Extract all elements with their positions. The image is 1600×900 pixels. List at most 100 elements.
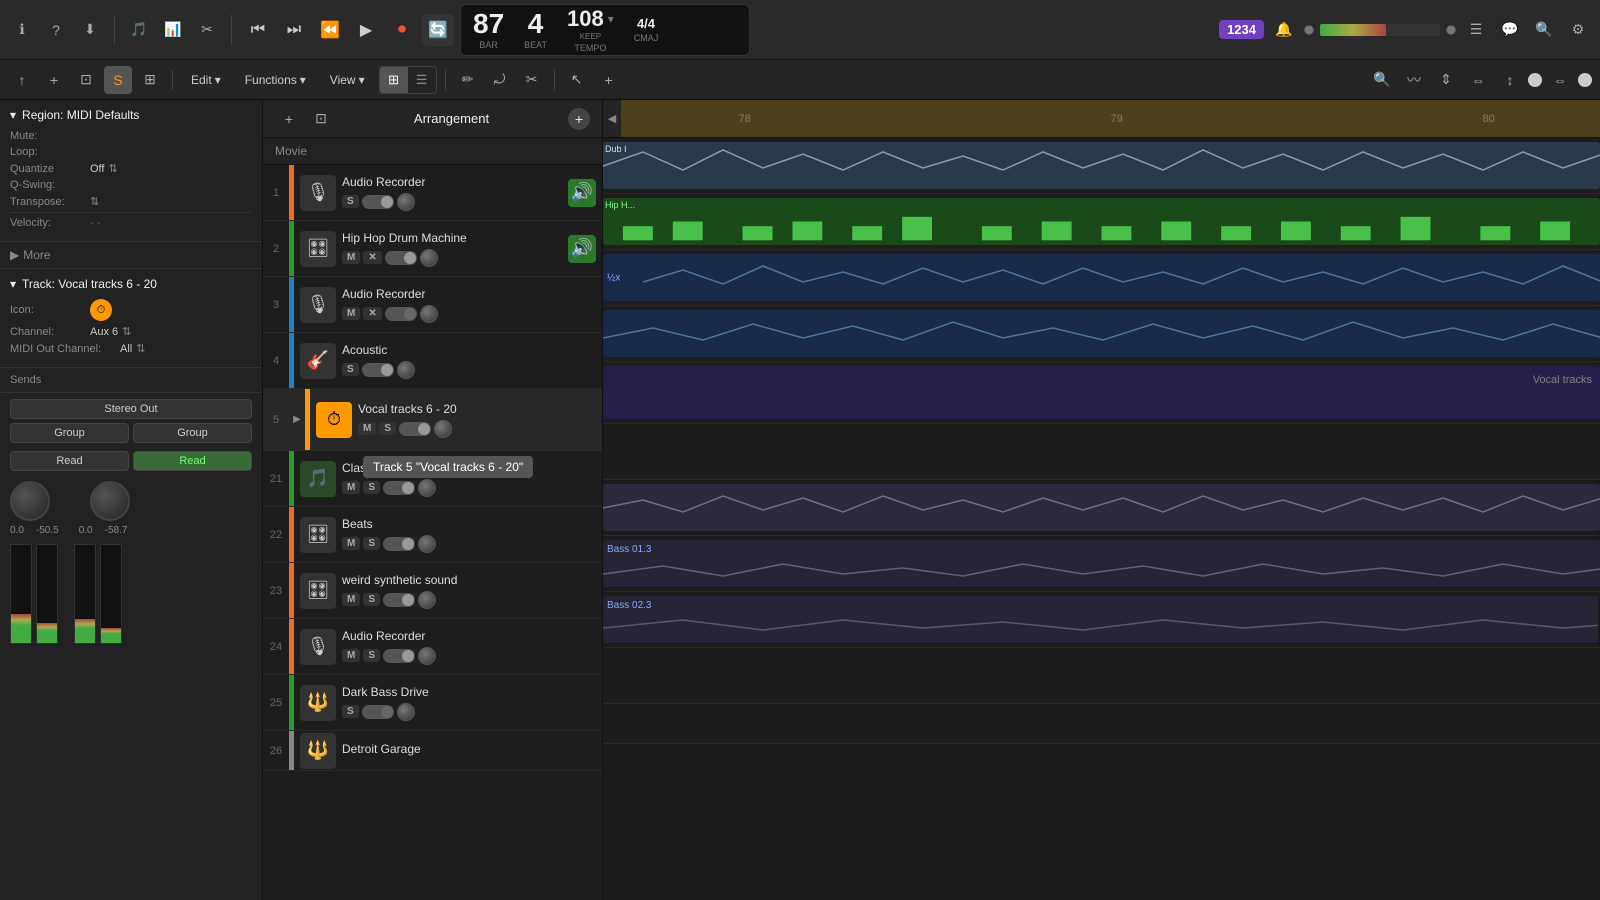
tuner-icon[interactable]: 🔔 <box>1270 16 1298 44</box>
solo-btn-4[interactable]: S <box>342 363 359 376</box>
knob-3[interactable] <box>420 305 438 323</box>
knob-left[interactable] <box>10 481 50 521</box>
toggle-21[interactable] <box>383 481 415 495</box>
toggle-2[interactable] <box>385 251 417 265</box>
track-row[interactable]: 22 🎛 Beats M S <box>263 507 602 563</box>
add-track-btn[interactable]: + <box>275 105 303 133</box>
grid-view-btn[interactable]: ⊞ <box>380 67 408 93</box>
record-mode-btn[interactable]: S <box>104 66 132 94</box>
rewind-btn[interactable]: ⏮ <box>242 14 274 46</box>
metronome-icon[interactable]: 🎵 <box>125 16 153 44</box>
pointer-tool[interactable]: ↖ <box>563 66 591 94</box>
toggle-1[interactable] <box>362 195 394 209</box>
knob-2[interactable] <box>420 249 438 267</box>
mute-btn-24[interactable]: M <box>342 649 360 662</box>
stereo-out-btn[interactable]: Stereo Out <box>10 399 252 419</box>
track-row-group[interactable]: 5 ▶ ⏱ Vocal tracks 6 - 20 M S Track 5 "V… <box>263 389 602 451</box>
toggle-22[interactable] <box>383 537 415 551</box>
toggle-4[interactable] <box>362 363 394 377</box>
solo-btn-5[interactable]: S <box>379 422 396 435</box>
tl-clip-5[interactable]: Vocal tracks <box>603 366 1600 419</box>
goto-start-btn[interactable]: ⏪ <box>314 14 346 46</box>
solo-btn-22[interactable]: S <box>363 537 380 550</box>
track-row[interactable]: 3 🎙 Audio Recorder M ✕ <box>263 277 602 333</box>
tempo-chevron[interactable]: ▾ <box>608 12 614 26</box>
toggle-3[interactable] <box>385 307 417 321</box>
record-btn-3[interactable]: ✕ <box>363 307 381 320</box>
marquee-btn[interactable]: ✂ <box>518 66 546 94</box>
mute-btn-23[interactable]: M <box>342 593 360 606</box>
tl-clip-3[interactable]: ½x <box>603 254 1600 301</box>
download-icon[interactable]: ⬇ <box>76 16 104 44</box>
knob-4[interactable] <box>397 361 415 379</box>
quantize-arrows[interactable]: ⇅ <box>108 162 117 175</box>
group-btn-left[interactable]: Group <box>10 423 129 443</box>
knob-right[interactable] <box>90 481 130 521</box>
mute-btn-5[interactable]: M <box>358 422 376 435</box>
search-icon[interactable]: 🔍 <box>1530 16 1558 44</box>
list-view-btn[interactable]: ☰ <box>408 67 436 93</box>
pencil-btn[interactable]: ✏ <box>454 66 482 94</box>
knob-24[interactable] <box>418 647 436 665</box>
solo-btn-21[interactable]: S <box>363 481 380 494</box>
read-btn-right[interactable]: Read <box>133 451 252 471</box>
quantize-value[interactable]: Off ⇅ <box>90 162 118 175</box>
knob-23[interactable] <box>418 591 436 609</box>
channel-arrows[interactable]: ⇅ <box>122 325 131 338</box>
toggle-24[interactable] <box>383 649 415 663</box>
up-arrow-btn[interactable]: ↑ <box>8 66 36 94</box>
settings-icon[interactable]: ⚙ <box>1564 16 1592 44</box>
height-icon[interactable]: ⇕ <box>1432 66 1460 94</box>
record-btn-2[interactable]: ✕ <box>363 251 381 264</box>
knob-5[interactable] <box>434 420 452 438</box>
knob-25[interactable] <box>397 703 415 721</box>
track-icon-display[interactable]: ⏱ <box>90 299 112 321</box>
mute-btn-3[interactable]: M <box>342 307 360 320</box>
track-row[interactable]: 26 🔱 Detroit Garage <box>263 731 602 771</box>
track-row[interactable]: 23 🎛 weird synthetic sound M S <box>263 563 602 619</box>
group-btn-right[interactable]: Group <box>133 423 252 443</box>
solo-btn-23[interactable]: S <box>363 593 380 606</box>
align-icon[interactable]: ⇔ <box>1546 66 1574 94</box>
knob-22[interactable] <box>418 535 436 553</box>
mute-btn-2[interactable]: M <box>342 251 360 264</box>
ruler-scroll-left[interactable]: ◀ <box>603 112 621 125</box>
track-collapse-icon[interactable]: ▾ <box>10 277 16 291</box>
fast-forward-btn[interactable]: ⏭ <box>278 14 310 46</box>
bounce-btn[interactable]: ⊞ <box>136 66 164 94</box>
toggle-23[interactable] <box>383 593 415 607</box>
auto-icon[interactable]: ↕ <box>1496 66 1524 94</box>
functions-menu[interactable]: Functions ▾ <box>235 70 316 90</box>
track-row[interactable]: 24 🎙 Audio Recorder M S <box>263 619 602 675</box>
more-section[interactable]: ▶ More <box>0 242 262 269</box>
solo-btn-24[interactable]: S <box>363 649 380 662</box>
solo-btn-1[interactable]: S <box>342 195 359 208</box>
region-collapse-icon[interactable]: ▾ <box>10 108 16 122</box>
midi-out-arrows[interactable]: ⇅ <box>136 342 145 355</box>
knob-1[interactable] <box>397 193 415 211</box>
solo-btn-25[interactable]: S <box>342 705 359 718</box>
list-icon[interactable]: ☰ <box>1462 16 1490 44</box>
tl-clip-24[interactable]: Bass 02.3 <box>603 596 1598 643</box>
tl-clip-22[interactable] <box>603 484 1600 531</box>
play-btn[interactable]: ▶ <box>350 14 382 46</box>
zoom-out-icon[interactable]: 🔍 <box>1368 66 1396 94</box>
message-icon[interactable]: 💬 <box>1496 16 1524 44</box>
transpose-arrows[interactable]: ⇅ <box>90 195 99 208</box>
edit-menu[interactable]: Edit ▾ <box>181 70 231 90</box>
tl-clip-2[interactable]: Hip H... <box>603 198 1600 245</box>
badge-display[interactable]: 1234 <box>1219 20 1264 39</box>
track-row[interactable]: 2 🎛 Hip Hop Drum Machine M ✕ 🔊 <box>263 221 602 277</box>
waveform-icon[interactable]: 〰 <box>1400 66 1428 94</box>
width-icon[interactable]: ⇔ <box>1464 66 1492 94</box>
add-arrangement-btn[interactable]: + <box>568 108 590 130</box>
mute-btn-22[interactable]: M <box>342 537 360 550</box>
scissors-icon[interactable]: ✂ <box>193 16 221 44</box>
track-plugin-2[interactable]: 🔊 <box>568 235 596 263</box>
track-plugin-1[interactable]: 🔊 <box>568 179 596 207</box>
cpu-icon[interactable]: 📊 <box>159 16 187 44</box>
zoom-add-btn[interactable]: + <box>595 66 623 94</box>
add-track-icon-btn[interactable]: + <box>40 66 68 94</box>
tl-clip-1[interactable]: Dub I <box>603 142 1600 189</box>
expand-arrow[interactable]: ▶ <box>289 414 305 425</box>
